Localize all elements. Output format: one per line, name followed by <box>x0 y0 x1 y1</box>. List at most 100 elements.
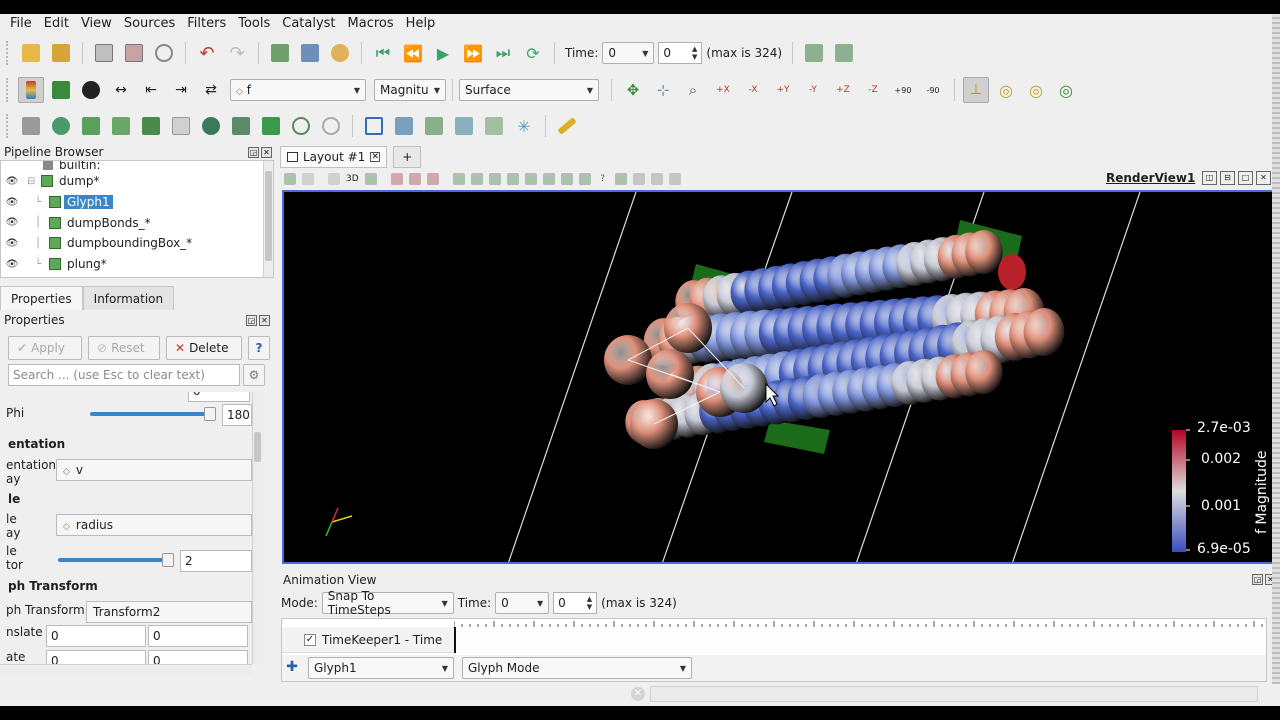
tab-information[interactable]: Information <box>82 286 175 310</box>
phi-slider[interactable] <box>90 412 214 416</box>
phi-value-field[interactable]: 180 <box>222 404 252 426</box>
menu-catalyst[interactable]: Catalyst <box>276 14 341 34</box>
close-icon[interactable]: ✕ <box>370 152 381 162</box>
select-cells-through-icon[interactable] <box>426 173 439 185</box>
rotate-x-field[interactable]: 0 <box>46 650 146 664</box>
reset-center-icon[interactable]: ◎ <box>1023 77 1049 103</box>
shrink-selection-icon[interactable] <box>578 173 591 185</box>
gear-icon[interactable]: ⚙ <box>243 364 265 386</box>
eye-icon[interactable]: 👁 <box>5 217 19 228</box>
maximize-icon[interactable]: □ <box>1238 171 1253 185</box>
plot-over-line-icon[interactable] <box>421 113 447 139</box>
menu-macros[interactable]: Macros <box>342 14 400 34</box>
zoom-data-icon[interactable]: ⊹ <box>650 77 676 103</box>
loop-icon[interactable]: ⟳ <box>520 40 546 66</box>
spin-arrows-icon[interactable]: ▲ ▼ <box>692 45 697 61</box>
load-state-icon[interactable] <box>91 40 117 66</box>
menu-sources[interactable]: Sources <box>118 14 181 34</box>
spin-arrows-icon[interactable]: ▲ ▼ <box>587 595 592 611</box>
hover-cells-icon[interactable] <box>542 173 555 185</box>
anim-timestep-spinbox[interactable]: 0 ▲ ▼ <box>553 592 598 614</box>
manage-plugins-icon[interactable] <box>297 40 323 66</box>
view-minus-x-icon[interactable]: -X <box>740 77 766 103</box>
pipeline-item-plung[interactable]: 👁 └ plung* <box>1 254 273 275</box>
menu-file[interactable]: File <box>4 14 38 34</box>
save-state-icon[interactable] <box>121 40 147 66</box>
toolbar-grip[interactable] <box>6 78 12 102</box>
timekeeper-track-bar[interactable] <box>454 627 1266 653</box>
open-icon[interactable] <box>18 40 44 66</box>
add-layout-tab-button[interactable]: + <box>393 146 422 168</box>
save-data-icon[interactable] <box>48 40 74 66</box>
mode-select[interactable]: Snap To TimeSteps ▼ <box>321 589 454 617</box>
pipeline-item-dumpbonds[interactable]: 👁 │ dumpBonds_* <box>1 212 273 233</box>
reset-camera-icon[interactable]: ✥ <box>620 77 646 103</box>
grow-selection-icon[interactable] <box>560 173 573 185</box>
add-camera-icon[interactable] <box>831 40 857 66</box>
rescale-visible-icon[interactable]: ⇄ <box>198 77 224 103</box>
group-datasets-icon[interactable] <box>288 113 314 139</box>
rotate-y-field[interactable]: 0 <box>148 650 248 664</box>
timestep-spinbox[interactable]: 0 ▲ ▼ <box>658 42 703 64</box>
ruler-icon[interactable] <box>554 113 580 139</box>
eye-icon[interactable]: 👁 <box>5 259 19 270</box>
previous-frame-icon[interactable]: ⏪ <box>400 40 426 66</box>
menu-edit[interactable]: Edit <box>38 14 75 34</box>
scale-array-select[interactable]: ◇ radius <box>56 514 252 536</box>
layout-tab[interactable]: Layout #1 ✕ <box>280 146 388 168</box>
select-icon[interactable] <box>302 173 314 185</box>
edit-colormap-icon[interactable] <box>78 77 104 103</box>
top-value-field[interactable]: 0 <box>188 392 250 402</box>
pipeline-item-builtin[interactable]: builtin: <box>1 161 273 172</box>
select-blocks-icon[interactable] <box>488 173 501 185</box>
camera-icon[interactable] <box>364 173 377 185</box>
scrollbar-thumb[interactable] <box>265 171 272 261</box>
tab-properties[interactable]: Properties <box>0 286 83 310</box>
redo-icon[interactable]: ↷ <box>224 40 250 66</box>
representation-select[interactable]: Surface ▼ <box>459 79 599 101</box>
scrollbar-thumb[interactable] <box>254 432 261 462</box>
select-cells-icon[interactable] <box>361 113 387 139</box>
timekeeper-checkbox[interactable]: ✓ <box>304 633 316 646</box>
eye-icon[interactable]: 👁 <box>5 197 19 208</box>
pipeline-item-dump[interactable]: 👁 ⊟ dump* <box>1 171 273 192</box>
anim-time-combo[interactable]: 0 ▼ <box>495 592 550 614</box>
toolbar-grip[interactable] <box>6 41 12 65</box>
find-data-icon[interactable] <box>391 113 417 139</box>
view-minus-z-icon[interactable]: -Z <box>860 77 886 103</box>
collapse-icon[interactable]: ⊟ <box>27 176 41 187</box>
view-plus-y-icon[interactable]: +Y <box>770 77 796 103</box>
show-center-icon[interactable]: ◎ <box>993 77 1019 103</box>
menu-filters[interactable]: Filters <box>181 14 232 34</box>
phi-slider-handle[interactable] <box>204 407 216 421</box>
split-horizontal-icon[interactable]: ◫ <box>1202 171 1217 185</box>
clear-selection-icon[interactable] <box>668 173 681 185</box>
3d-toggle[interactable]: 3D <box>346 174 359 184</box>
extract-subset-icon[interactable] <box>168 113 194 139</box>
time-combo[interactable]: 0 ▼ <box>602 42 655 64</box>
reset-button[interactable]: ⊘ Reset <box>88 336 160 360</box>
palette-icon[interactable] <box>327 40 353 66</box>
render-view[interactable]: 2.7e-03 0.002 0.001 6.9e-05 f Magnitude <box>282 190 1280 564</box>
select-points-on-icon[interactable] <box>408 173 421 185</box>
extract-level-icon[interactable] <box>318 113 344 139</box>
split-vertical-icon[interactable]: ⊟ <box>1220 171 1235 185</box>
help-button[interactable]: ? <box>248 336 270 360</box>
timekeeper-track[interactable]: ✓ TimeKeeper1 - Time <box>282 627 454 653</box>
edit-selection-icon[interactable] <box>614 173 627 185</box>
next-frame-icon[interactable]: ⏩ <box>460 40 486 66</box>
select-polygon-icon[interactable] <box>470 173 483 185</box>
connect-icon[interactable] <box>151 40 177 66</box>
clip-icon[interactable] <box>78 113 104 139</box>
track-source-select[interactable]: Glyph1 ▼ <box>308 657 454 679</box>
orientation-array-select[interactable]: ◇ v <box>56 459 252 481</box>
plot-selection-icon[interactable] <box>481 113 507 139</box>
menu-tools[interactable]: Tools <box>232 14 276 34</box>
render-view-title[interactable]: RenderView1 <box>1106 171 1195 185</box>
pick-center-icon[interactable]: ◎ <box>1053 77 1079 103</box>
interact-icon[interactable] <box>284 173 296 185</box>
pipeline-item-dumpboundingbox[interactable]: 👁 │ dumpboundingBox_* <box>1 233 273 254</box>
rotate-plus-90-icon[interactable]: +90 <box>890 77 916 103</box>
glyph-icon[interactable] <box>198 113 224 139</box>
stream-tracer-icon[interactable] <box>228 113 254 139</box>
